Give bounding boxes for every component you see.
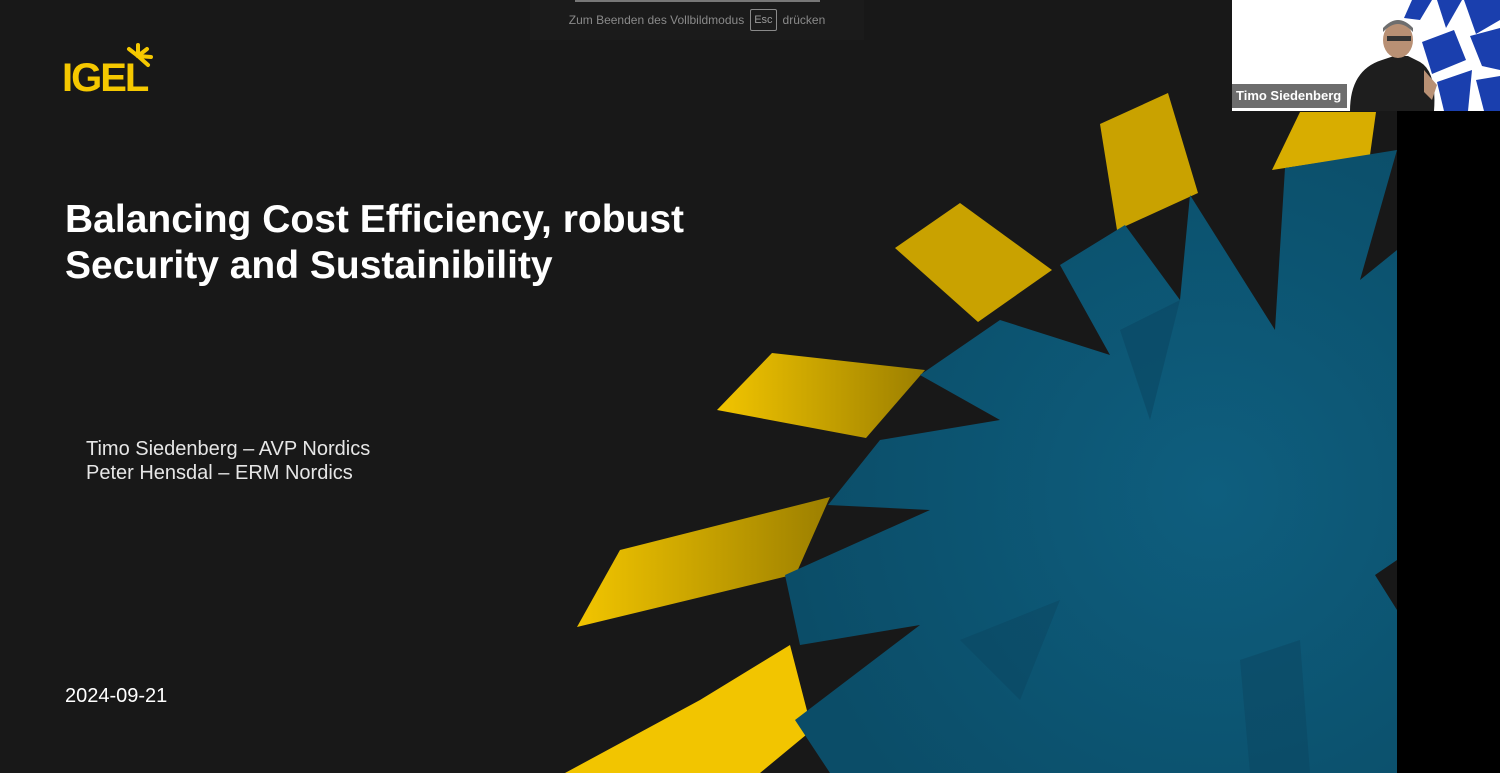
slide-title: Balancing Cost Efficiency, robust Securi… (65, 197, 825, 289)
letterbox-bar (1397, 0, 1500, 773)
slide-title-line-2: Security and Sustainibility (65, 244, 553, 287)
banner-top-line (575, 0, 820, 2)
participant-video-tile[interactable]: Timo Siedenberg (1232, 0, 1500, 111)
presenter-list: Timo Siedenberg – AVP Nordics Peter Hens… (86, 437, 370, 485)
banner-text-after: drücken (782, 13, 826, 27)
participant-name-label: Timo Siedenberg (1232, 84, 1348, 108)
banner-text-before: Zum Beenden des Vollbildmodus (568, 13, 745, 27)
star-facet (1240, 640, 1310, 773)
person-torso (1350, 56, 1435, 111)
esc-key-badge: Esc (750, 9, 777, 31)
slide-title-line-1: Balancing Cost Efficiency, robust (65, 198, 685, 241)
presentation-slide: IGEL Balancing Cost Efficiency, robust S… (0, 0, 1397, 773)
yellow-ray (565, 645, 812, 773)
yellow-ray (717, 353, 925, 438)
slide-date: 2024-09-21 (65, 685, 168, 707)
sunburst-graphic (565, 93, 1397, 773)
igel-logo: IGEL (62, 42, 162, 102)
presenter-1: Timo Siedenberg – AVP Nordics (86, 438, 371, 460)
fullscreen-exit-banner: Zum Beenden des Vollbildmodus Esc drücke… (530, 0, 864, 40)
yellow-ray (895, 203, 1052, 322)
logo-sun-icon (127, 43, 153, 67)
teal-star-shape (785, 150, 1397, 773)
presenter-2: Peter Hensdal – ERM Nordics (86, 462, 353, 484)
yellow-ray (1100, 93, 1198, 230)
